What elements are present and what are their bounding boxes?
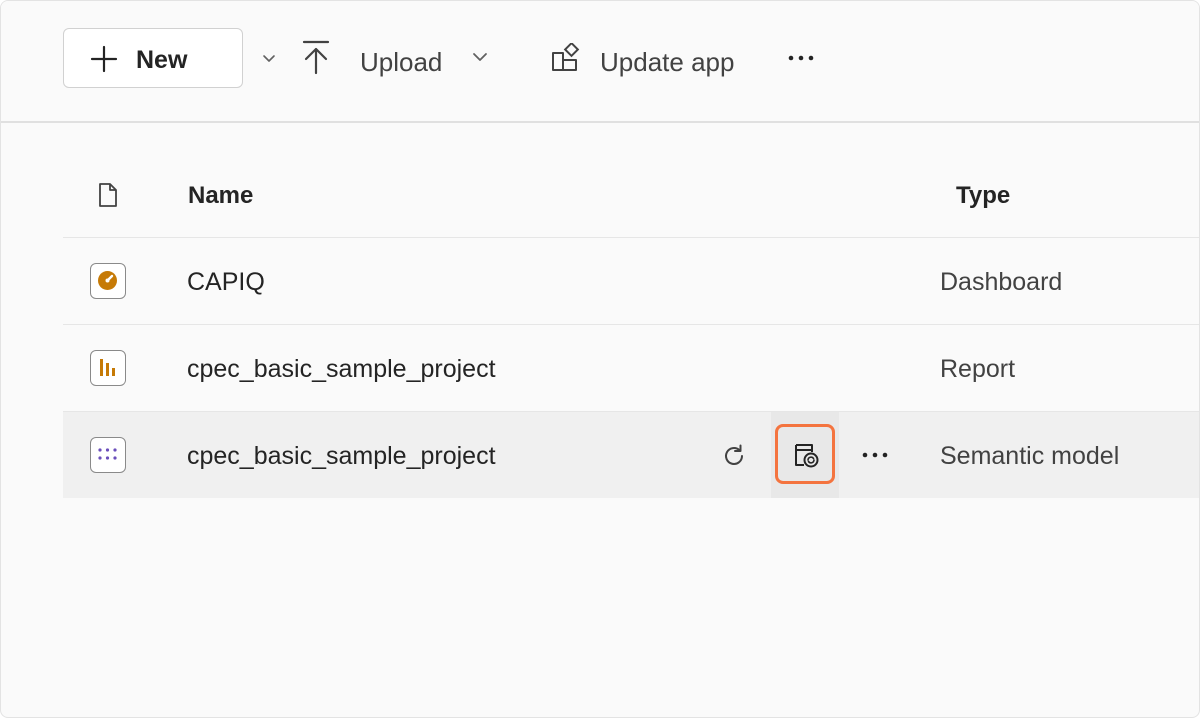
item-name-link[interactable]: cpec_basic_sample_project <box>187 442 496 471</box>
semantic-model-icon <box>90 437 126 473</box>
row-more-options-icon[interactable] <box>860 447 890 463</box>
item-type: Semantic model <box>940 442 1120 470</box>
upload-chevron-down-icon[interactable] <box>471 51 489 63</box>
item-name-link[interactable]: CAPIQ <box>187 268 265 297</box>
upload-icon <box>302 40 330 75</box>
workspace-panel: New Upload Update app Name Type CAPIQ Da… <box>0 0 1200 718</box>
more-options-icon[interactable] <box>786 48 816 68</box>
table-row[interactable]: cpec_basic_sample_project Report <box>63 325 1199 412</box>
column-header-type[interactable]: Type <box>956 182 1010 210</box>
plus-icon <box>90 45 118 73</box>
update-app-icon <box>552 43 580 71</box>
upload-label: Upload <box>360 47 443 77</box>
schedule-refresh-icon[interactable] <box>792 441 820 469</box>
refresh-icon[interactable] <box>721 443 747 469</box>
items-table: Name Type CAPIQ Dashboard cpec_basic_sam… <box>63 151 1199 498</box>
table-header: Name Type <box>63 151 1199 238</box>
new-button-label: New <box>136 46 188 74</box>
new-button[interactable]: New <box>63 28 275 88</box>
item-type: Dashboard <box>940 268 1063 296</box>
update-app-label: Update app <box>600 47 735 77</box>
report-icon <box>90 350 126 386</box>
table-row[interactable]: cpec_basic_sample_project Semantic model <box>63 412 1199 498</box>
file-type-icon <box>99 183 117 207</box>
item-type: Report <box>940 355 1016 383</box>
table-row[interactable]: CAPIQ Dashboard <box>63 238 1199 325</box>
column-header-name[interactable]: Name <box>188 182 253 210</box>
item-name-link[interactable]: cpec_basic_sample_project <box>187 355 496 384</box>
dashboard-icon <box>90 263 126 299</box>
chevron-down-icon <box>263 55 275 62</box>
toolbar: New Upload Update app <box>1 1 1199 123</box>
